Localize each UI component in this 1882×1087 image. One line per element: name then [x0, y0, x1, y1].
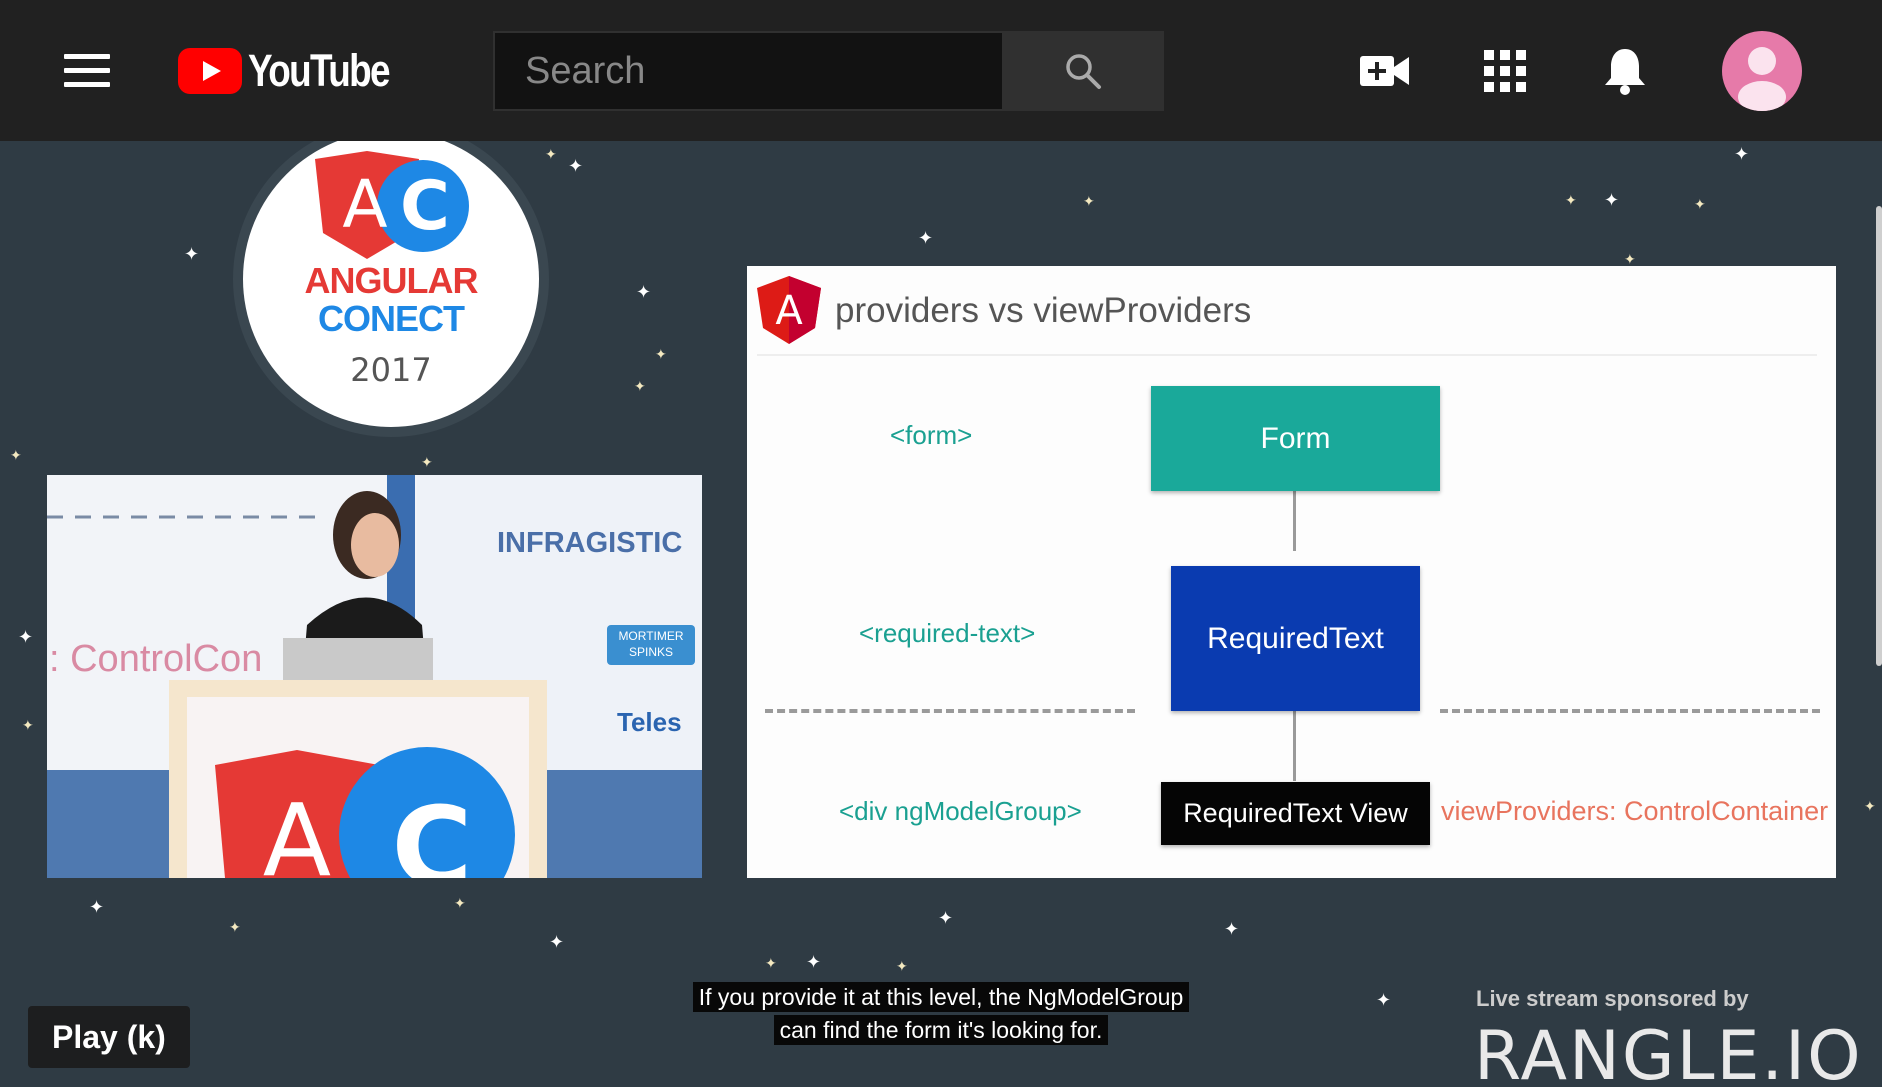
star-decoration: ✦	[1694, 196, 1706, 212]
star-decoration: ✦	[549, 932, 565, 952]
caption-text-1: If you provide it at this level, the NgM…	[692, 982, 1190, 1012]
connector-line	[1293, 711, 1296, 781]
star-decoration: ✦	[918, 228, 934, 248]
youtube-play-icon	[178, 48, 242, 94]
user-icon	[1738, 47, 1786, 111]
slide-divider	[757, 354, 1817, 356]
logo-letter-c: C	[400, 167, 450, 246]
masthead: YouTube	[0, 0, 1882, 141]
star-decoration: ✦	[806, 952, 822, 972]
conference-year: 2017	[350, 351, 432, 389]
star-decoration: ✦	[454, 895, 466, 911]
stage-screen-text: : ControlCon	[49, 638, 263, 680]
star-decoration: ✦	[1864, 798, 1876, 814]
angular-logo-icon: A	[757, 276, 821, 344]
hamburger-icon-bar	[64, 68, 110, 73]
page-scrollbar[interactable]	[1876, 206, 1882, 666]
star-decoration: ✦	[636, 282, 652, 302]
star-decoration: ✦	[10, 447, 22, 463]
star-decoration: ✦	[568, 156, 584, 176]
view-providers-label: viewProviders: ControlContainer	[1441, 796, 1829, 826]
svg-text:C: C	[392, 783, 473, 878]
star-decoration: ✦	[1565, 192, 1577, 208]
speaker-camera-feed: A C : ControlCon INFRAGISTIC MORTIMER SP…	[47, 475, 702, 878]
sponsor-teles: Teles	[617, 707, 682, 737]
search-button[interactable]	[1002, 31, 1164, 111]
star-decoration: ✦	[765, 955, 777, 971]
search-bar	[493, 31, 1164, 111]
sponsor-mortimer-spinks: MORTIMER SPINKS	[607, 625, 695, 665]
notifications-button[interactable]	[1592, 38, 1658, 104]
dashed-divider-left	[765, 709, 1135, 713]
star-decoration: ✦	[1604, 190, 1620, 210]
star-decoration: ✦	[22, 717, 34, 733]
youtube-logo[interactable]: YouTube	[178, 45, 420, 96]
bell-icon	[1605, 49, 1645, 95]
presentation-slide: A providers vs viewProviders <form> <req…	[747, 266, 1836, 878]
star-decoration: ✦	[1083, 193, 1095, 209]
video-player[interactable]: ✦ ✦ ✦ ✦ ✦ ✦ ✦ ✦ ✦ ✦ ✦ ✦ ✦ ✦ ✦ ✦ ✦ ✦ ✦ ✦ …	[0, 141, 1882, 1087]
hamburger-icon	[64, 54, 110, 59]
angular-connect-logo: A C	[315, 151, 469, 259]
youtube-wordmark: YouTube	[248, 45, 391, 96]
form-tag-label: <form>	[890, 420, 973, 450]
star-decoration: ✦	[634, 378, 646, 394]
star-decoration: ✦	[896, 958, 908, 974]
form-box: Form	[1151, 386, 1440, 491]
sponsor-mortimer-line1: MORTIMER	[618, 629, 684, 643]
slide-title: providers vs viewProviders	[835, 291, 1252, 330]
search-icon	[1066, 54, 1101, 89]
dashed-divider-right	[1440, 709, 1820, 713]
video-camera-add-icon	[1360, 56, 1409, 86]
logo-letter-a: A	[342, 166, 387, 243]
svg-text:A: A	[263, 782, 331, 878]
star-decoration: ✦	[938, 908, 954, 928]
account-avatar[interactable]	[1722, 31, 1802, 111]
star-decoration: ✦	[184, 244, 200, 264]
star-decoration: ✦	[421, 454, 433, 470]
star-decoration: ✦	[655, 346, 667, 362]
star-decoration: ✦	[18, 627, 34, 647]
apps-button[interactable]	[1472, 38, 1538, 104]
search-input[interactable]	[493, 31, 1002, 111]
star-decoration: ✦	[89, 897, 105, 917]
sponsor-mortimer-line2: SPINKS	[628, 645, 673, 659]
star-decoration: ✦	[1224, 919, 1240, 939]
conference-name-line1: ANGULAR	[304, 260, 479, 301]
svg-text:A: A	[775, 288, 803, 334]
menu-button[interactable]	[58, 48, 118, 94]
conference-name-line2: CONECT	[318, 298, 465, 339]
sponsor-label: Live stream sponsored by	[1476, 986, 1749, 1011]
conference-badge: A C ANGULAR CONECT 2017	[243, 141, 539, 427]
star-decoration: ✦	[1624, 251, 1636, 267]
sponsor-logo: RANGLE.IO	[1474, 1017, 1863, 1087]
required-text-view-box: RequiredText View	[1161, 782, 1430, 845]
required-text-box: RequiredText	[1171, 566, 1420, 711]
hamburger-icon-bar	[64, 82, 110, 87]
create-video-button[interactable]	[1352, 38, 1418, 104]
star-decoration: ✦	[1734, 144, 1750, 164]
star-decoration: ✦	[545, 146, 557, 162]
required-text-tag-label: <required-text>	[859, 618, 1036, 648]
ngmodelgroup-tag-label: <div ngModelGroup>	[839, 796, 1082, 826]
connector-line	[1293, 491, 1296, 551]
star-decoration: ✦	[229, 919, 241, 935]
apps-grid-icon	[1484, 50, 1526, 92]
sponsor-infragistics: INFRAGISTIC	[497, 527, 683, 559]
caption-text-2: can find the form it's looking for.	[773, 1015, 1109, 1045]
